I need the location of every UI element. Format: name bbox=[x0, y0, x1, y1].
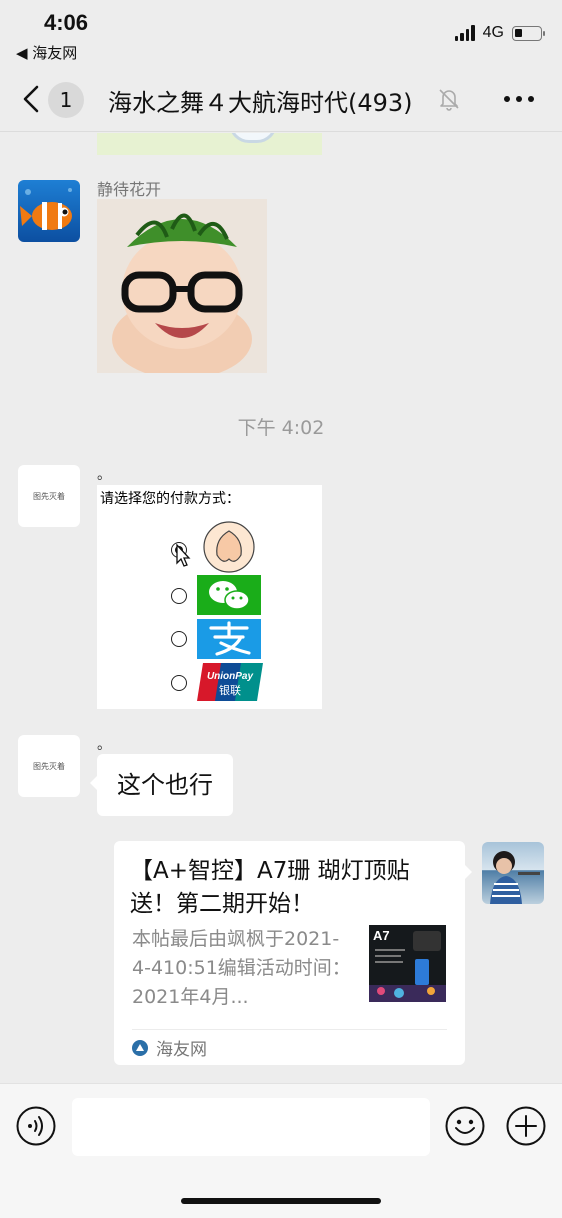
unionpay-icon: UnionPay 银联 bbox=[197, 663, 263, 701]
link-description: 本帖最后由飒枫于2021-4-410:51编辑活动时间：2021年4月... bbox=[132, 928, 351, 1008]
status-time: 4:06 bbox=[44, 10, 89, 35]
my-avatar[interactable] bbox=[482, 842, 544, 904]
butt-emoji-icon bbox=[203, 521, 255, 573]
avatar-text: 图先灭着 bbox=[33, 491, 65, 501]
sender-name: 静待花开 bbox=[97, 180, 162, 199]
avatar-text-image[interactable]: 图先灭着 bbox=[18, 465, 80, 527]
status-bar: 4:06 ◀ 海友网 4G bbox=[0, 0, 562, 66]
unionpay-cn-label: 银联 bbox=[219, 683, 241, 697]
message-list[interactable]: 静待花开 下午 4:02 图先灭着 。 请选择您的付款方式： UnionPay … bbox=[0, 133, 562, 1083]
unread-count-badge[interactable]: 1 bbox=[48, 82, 84, 118]
emoji-icon[interactable] bbox=[445, 1106, 485, 1146]
link-source: 海友网 bbox=[132, 1035, 207, 1060]
link-source-name: 海友网 bbox=[156, 1040, 207, 1060]
unionpay-label: UnionPay bbox=[207, 671, 254, 682]
plus-icon[interactable] bbox=[506, 1106, 546, 1146]
link-card-message[interactable]: 【A+智控】A7珊 瑚灯顶贴送！第二期开始！ 本帖最后由飒枫于2021-4-41… bbox=[114, 841, 472, 1065]
radio-option bbox=[171, 675, 187, 691]
back-chevron-icon[interactable] bbox=[20, 84, 46, 114]
link-title: 【A+智控】A7珊 瑚灯顶贴送！第二期开始！ bbox=[130, 858, 410, 917]
sender-name: 。 bbox=[97, 467, 111, 483]
text-message-bubble[interactable]: 这个也行 bbox=[90, 754, 233, 816]
avatar-clownfish[interactable] bbox=[18, 180, 80, 242]
radio-option bbox=[171, 588, 187, 604]
baby-watermelon-photo[interactable] bbox=[97, 199, 267, 373]
wechat-pay-icon bbox=[197, 575, 261, 615]
voice-input-icon[interactable] bbox=[16, 1106, 56, 1146]
avatar-text: 图先灭着 bbox=[33, 761, 65, 771]
payment-question: 请选择您的付款方式： bbox=[100, 491, 240, 507]
more-options-icon[interactable] bbox=[504, 96, 534, 102]
alipay-icon bbox=[197, 619, 261, 659]
sender-name: 。 bbox=[97, 737, 111, 753]
haiyouwang-logo-icon bbox=[132, 1039, 148, 1056]
link-thumbnail: A7 bbox=[369, 925, 446, 1002]
mute-bell-icon bbox=[439, 89, 459, 111]
battery-icon bbox=[512, 25, 545, 41]
clownfish-icon bbox=[20, 188, 72, 230]
cursor-icon bbox=[176, 543, 191, 567]
girl-photo-icon bbox=[490, 851, 540, 904]
chat-header: 1 海水之舞４大航海时代(493) bbox=[0, 66, 562, 132]
message-input[interactable] bbox=[72, 1098, 430, 1156]
radio-option bbox=[171, 631, 187, 647]
payment-meme-image[interactable]: 请选择您的付款方式： UnionPay 银联 bbox=[97, 485, 322, 709]
chat-title: 海水之舞４大航海时代(493) bbox=[108, 89, 413, 117]
signal-icon bbox=[454, 25, 475, 41]
previous-image-message[interactable] bbox=[97, 133, 322, 155]
time-separator: 下午 4:02 bbox=[237, 417, 325, 439]
back-to-app-link[interactable]: ◀ 海友网 bbox=[16, 42, 77, 63]
link-card-divider bbox=[132, 1029, 447, 1030]
home-indicator[interactable] bbox=[181, 1198, 381, 1204]
avatar-text-image[interactable]: 图先灭着 bbox=[18, 735, 80, 797]
status-indicators: 4G bbox=[454, 24, 545, 42]
network-type: 4G bbox=[482, 24, 504, 41]
